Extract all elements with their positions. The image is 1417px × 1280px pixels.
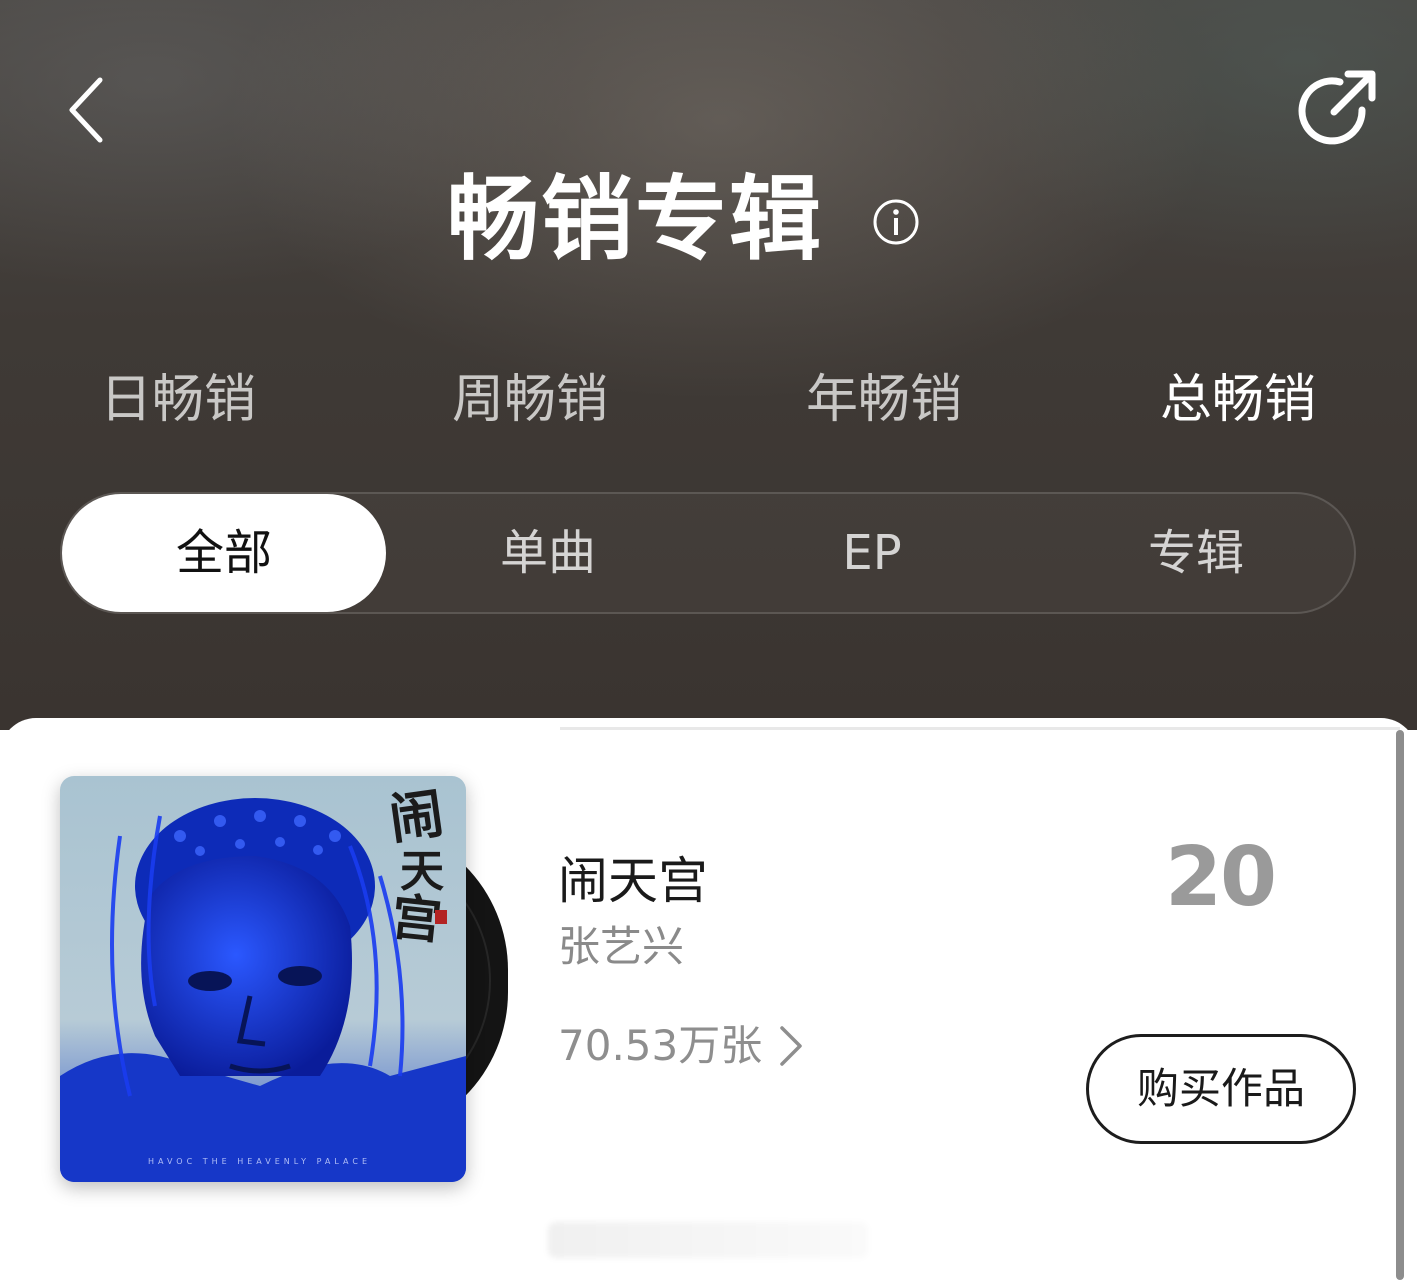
chevron-left-icon [69, 77, 103, 143]
filter-album[interactable]: 专辑 [1034, 494, 1358, 612]
filter-all[interactable]: 全部 [62, 494, 386, 612]
svg-text:闹: 闹 [385, 781, 447, 852]
divider [560, 727, 1400, 730]
type-filter-segment: 全部 单曲 EP 专辑 [60, 492, 1356, 614]
sales-count: 70.53万张 [558, 1021, 763, 1070]
album-cover[interactable]: 闹 天 宫 HAVOC THE HEAVENLY PALACE [60, 776, 466, 1182]
artist-name[interactable]: 张艺兴 [558, 918, 684, 976]
filter-ep[interactable]: EP [710, 494, 1034, 612]
chevron-right-icon [780, 1026, 802, 1066]
tab-daily[interactable]: 日畅销 [38, 355, 318, 445]
tab-weekly[interactable]: 周畅销 [390, 355, 670, 445]
share-button[interactable] [1296, 66, 1380, 150]
page-title: 畅销专辑 [446, 166, 823, 273]
info-button[interactable] [872, 198, 920, 246]
buy-button[interactable]: 购买作品 [1086, 1034, 1356, 1144]
filter-single[interactable]: 单曲 [386, 494, 710, 612]
tab-total[interactable]: 总畅销 [1098, 355, 1378, 445]
tab-yearly[interactable]: 年畅销 [744, 355, 1024, 445]
back-button[interactable] [56, 70, 116, 150]
album-title[interactable]: 闹天宫 [558, 848, 708, 914]
rank-number: 20 [1164, 830, 1277, 925]
next-item-preview [548, 1222, 868, 1258]
svg-text:HAVOC THE HEAVENLY PALACE: HAVOC THE HEAVENLY PALACE [148, 1157, 371, 1166]
share-icon [1298, 70, 1376, 145]
scrollbar[interactable] [1396, 730, 1404, 1280]
info-icon [873, 199, 919, 245]
period-tabs: 日畅销 周畅销 年畅销 总畅销 [0, 355, 1417, 445]
sales-count-link[interactable]: 70.53万张 [558, 1016, 806, 1076]
